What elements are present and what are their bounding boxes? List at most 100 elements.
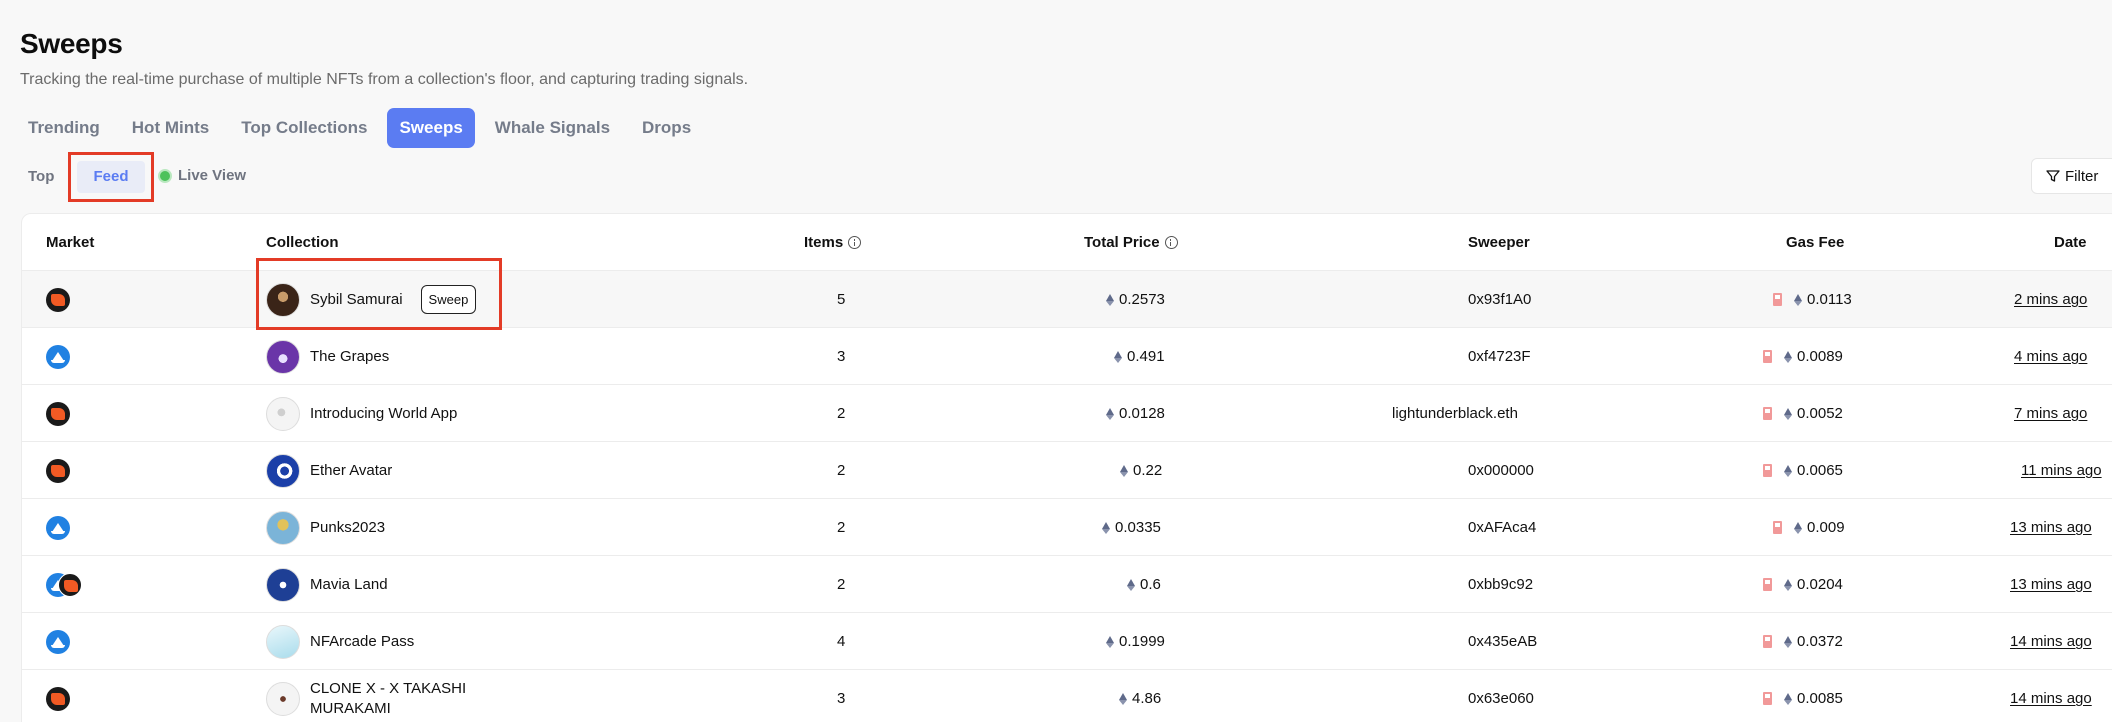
gas-pump-icon [1763,692,1775,705]
subtab-top[interactable]: Top [28,168,54,185]
sweeper-cell[interactable]: 0x63e060 [1468,670,1534,722]
blur-marketplace-icon[interactable] [46,458,70,483]
subtabs: Top Feed Live View [16,152,246,202]
gas-fee-cell: 0.0372 [1763,613,1843,670]
market-cell [46,499,70,556]
sweeper-cell[interactable]: 0xAFAca4 [1468,499,1536,556]
header-collection[interactable]: Collection [266,234,339,251]
total-price-cell: 0.22 [1120,442,1162,499]
eth-icon [1106,293,1114,306]
items-cell: 5 [837,291,846,308]
market-cell [46,613,70,670]
collection-cell[interactable]: Punks2023 [266,499,385,556]
collection-cell[interactable]: Ether Avatar [266,442,392,499]
items-cell: 2 [837,405,846,422]
eth-icon [1784,578,1792,591]
collection-avatar [266,681,300,716]
header-total-price[interactable]: Total Price [1084,234,1178,251]
date-link[interactable]: 14 mins ago [2010,613,2092,670]
table-row[interactable]: Ether Avatar 2 0.22 0x000000 0.0065 11 m… [22,442,2112,499]
items-info-icon[interactable] [848,236,862,249]
items-cell: 4 [837,633,846,650]
total-price-info-icon[interactable] [1164,236,1178,249]
date-link[interactable]: 13 mins ago [2010,556,2092,613]
date-link[interactable]: 2 mins ago [2014,271,2087,328]
blur-marketplace-icon[interactable] [58,572,82,597]
table-row[interactable]: Punks2023 2 0.0335 0xAFAca4 0.009 13 min… [22,499,2112,556]
date-link[interactable]: 11 mins ago [2021,442,2102,499]
sweeper-cell[interactable]: 0x000000 [1468,442,1534,499]
sweeper-cell[interactable]: 0xf4723F [1468,328,1531,385]
collection-avatar [266,339,300,374]
eth-icon [1794,521,1802,534]
date-link[interactable]: 4 mins ago [2014,328,2087,385]
table-row[interactable]: The Grapes 3 0.491 0xf4723F 0.0089 4 min… [22,328,2112,385]
table-row[interactable]: NFArcade Pass 4 0.1999 0x435eAB 0.0372 1… [22,613,2112,670]
collection-cell[interactable]: Introducing World App [266,385,457,442]
subtab-feed[interactable]: Feed [77,161,145,193]
items-cell: 2 [837,519,846,536]
blur-marketplace-icon[interactable] [46,401,70,426]
gas-pump-icon [1763,407,1775,420]
total-price-cell: 0.2573 [1106,271,1165,328]
gas-fee-value: 0.0052 [1797,405,1843,422]
collection-avatar [266,510,300,545]
gas-fee-cell: 0.0085 [1763,670,1843,722]
gas-fee-value: 0.0065 [1797,462,1843,479]
header-gas-fee[interactable]: Gas Fee [1786,234,1844,251]
market-cell [46,271,70,328]
gas-pump-icon [1773,521,1785,534]
gas-fee-cell: 0.009 [1773,499,1845,556]
collection-name: Punks2023 [310,519,386,536]
opensea-marketplace-icon[interactable] [46,629,70,654]
gas-fee-cell: 0.0089 [1763,328,1843,385]
tab-whale-signals[interactable]: Whale Signals [483,108,622,148]
table-row[interactable]: CLONE X - X TAKASHI MURAKAMI 3 4.86 0x63… [22,670,2112,722]
collection-cell[interactable]: CLONE X - X TAKASHI MURAKAMI [266,670,470,722]
sweeper-cell[interactable]: 0x93f1A0 [1468,271,1531,328]
header-sweeper[interactable]: Sweeper [1468,234,1530,251]
date-link[interactable]: 7 mins ago [2014,385,2087,442]
tab-top-collections[interactable]: Top Collections [229,108,379,148]
collection-cell[interactable]: Sybil Samurai Sweep [266,271,477,328]
blur-marketplace-icon[interactable] [46,686,70,711]
header-items[interactable]: Items [804,234,862,251]
gas-fee-cell: 0.0052 [1763,385,1843,442]
sweep-badge[interactable]: Sweep [420,285,477,314]
table-row[interactable]: Mavia Land 2 0.6 0xbb9c92 0.0204 13 mins… [22,556,2112,613]
sweeper-cell[interactable]: 0x435eAB [1468,613,1537,670]
live-view-toggle[interactable]: Live View [158,167,246,184]
collection-avatar [266,396,300,431]
tab-hot-mints[interactable]: Hot Mints [120,108,221,148]
filter-label: Filter [2065,167,2099,185]
eth-icon [1784,692,1792,705]
table-row[interactable]: Sybil Samurai Sweep 5 0.2573 0x93f1A0 0.… [22,258,2112,330]
tab-drops[interactable]: Drops [630,108,703,148]
gas-fee-value: 0.0372 [1797,633,1843,650]
collection-avatar [266,453,300,488]
tab-trending[interactable]: Trending [16,108,112,148]
opensea-marketplace-icon[interactable] [46,344,70,369]
collection-cell[interactable]: The Grapes [266,328,389,385]
total-price-value: 0.2573 [1119,291,1165,308]
eth-icon [1784,464,1792,477]
total-price-value: 0.0335 [1115,519,1161,536]
total-price-value: 0.6 [1140,576,1161,593]
sweeper-cell[interactable]: 0xbb9c92 [1468,556,1533,613]
table-row[interactable]: Introducing World App 2 0.0128 lightunde… [22,385,2112,442]
date-link[interactable]: 14 mins ago [2010,670,2092,722]
header-market[interactable]: Market [46,234,94,251]
header-date[interactable]: Date [2054,234,2087,251]
filter-button[interactable]: Filter [2031,158,2112,194]
tab-sweeps[interactable]: Sweeps [387,108,475,148]
collection-cell[interactable]: NFArcade Pass [266,613,414,670]
date-link[interactable]: 13 mins ago [2010,499,2092,556]
eth-icon [1119,692,1127,705]
gas-pump-icon [1763,578,1775,591]
collection-cell[interactable]: Mavia Land [266,556,388,613]
opensea-marketplace-icon[interactable] [46,515,70,540]
collection-avatar [266,624,300,659]
blur-marketplace-icon[interactable] [46,287,70,312]
eth-icon [1106,635,1114,648]
sweeper-cell[interactable]: lightunderblack.eth [1392,385,1518,442]
